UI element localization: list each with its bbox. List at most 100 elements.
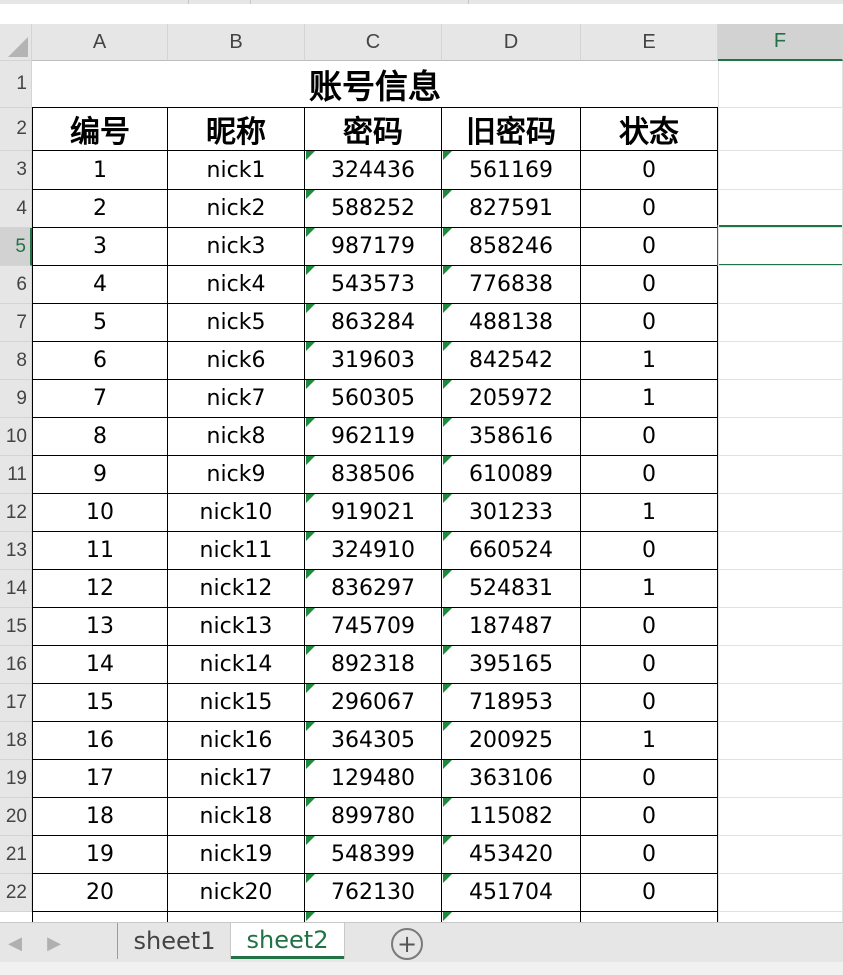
data-cell[interactable]: 6: [32, 342, 168, 379]
data-cell[interactable]: 762130: [305, 874, 442, 911]
data-cell[interactable]: 1: [581, 380, 718, 417]
data-cell[interactable]: 588252: [305, 190, 442, 227]
row-header[interactable]: 19: [0, 760, 32, 798]
data-cell[interactable]: 2: [32, 190, 168, 227]
data-cell[interactable]: 5: [32, 304, 168, 341]
row-header[interactable]: 2: [0, 108, 32, 151]
header-cell[interactable]: 旧密码: [442, 108, 581, 150]
data-cell[interactable]: 1: [32, 151, 168, 189]
data-cell[interactable]: 14: [32, 646, 168, 683]
data-cell[interactable]: 987179: [305, 228, 442, 265]
title-cell[interactable]: 账号信息: [32, 61, 718, 108]
data-cell[interactable]: 20: [32, 874, 168, 911]
data-cell[interactable]: 7: [32, 380, 168, 417]
data-cell[interactable]: 561169: [442, 151, 581, 189]
data-cell[interactable]: nick12: [168, 570, 305, 607]
data-cell[interactable]: 17: [32, 760, 168, 797]
data-cell[interactable]: 776838: [442, 266, 581, 303]
row-header[interactable]: 21: [0, 836, 32, 874]
chevron-left-icon[interactable]: ◀: [5, 931, 25, 955]
data-cell[interactable]: 319603: [305, 342, 442, 379]
column-header-c[interactable]: C: [305, 24, 442, 61]
data-cell[interactable]: 543573: [305, 266, 442, 303]
data-cell[interactable]: 0: [581, 798, 718, 835]
data-cell[interactable]: 363106: [442, 760, 581, 797]
data-cell[interactable]: nick16: [168, 722, 305, 759]
data-cell[interactable]: 364305: [305, 722, 442, 759]
data-cell[interactable]: 301233: [442, 494, 581, 531]
data-cell[interactable]: [442, 912, 581, 922]
data-cell[interactable]: 0: [581, 151, 718, 189]
header-cell[interactable]: 密码: [305, 108, 442, 150]
data-cell[interactable]: 863284: [305, 304, 442, 341]
data-cell[interactable]: nick10: [168, 494, 305, 531]
data-cell[interactable]: 827591: [442, 190, 581, 227]
data-cell[interactable]: 0: [581, 190, 718, 227]
data-cell[interactable]: 10: [32, 494, 168, 531]
row-header[interactable]: 9: [0, 380, 32, 418]
data-cell[interactable]: 115082: [442, 798, 581, 835]
plus-circle-icon[interactable]: +: [391, 928, 423, 960]
data-cell[interactable]: nick1: [168, 151, 305, 189]
row-header[interactable]: 15: [0, 608, 32, 646]
data-cell[interactable]: nick6: [168, 342, 305, 379]
row-header[interactable]: 7: [0, 304, 32, 342]
data-cell[interactable]: 0: [581, 418, 718, 455]
sheet-tab-sheet2[interactable]: sheet2: [231, 923, 344, 959]
header-cell[interactable]: 昵称: [168, 108, 305, 150]
row-header[interactable]: 14: [0, 570, 32, 608]
data-cell[interactable]: 0: [581, 874, 718, 911]
data-cell[interactable]: nick13: [168, 608, 305, 645]
data-cell[interactable]: 19: [32, 836, 168, 873]
data-cell[interactable]: nick20: [168, 874, 305, 911]
data-cell[interactable]: 8: [32, 418, 168, 455]
data-cell[interactable]: 4: [32, 266, 168, 303]
data-cell[interactable]: 15: [32, 684, 168, 721]
data-cell[interactable]: 1: [581, 722, 718, 759]
data-cell[interactable]: 9: [32, 456, 168, 493]
data-cell[interactable]: nick3: [168, 228, 305, 265]
data-cell[interactable]: 0: [581, 228, 718, 265]
select-all-button[interactable]: [0, 24, 32, 61]
row-header[interactable]: 5: [0, 228, 32, 266]
data-cell[interactable]: nick2: [168, 190, 305, 227]
data-cell[interactable]: 745709: [305, 608, 442, 645]
row-header[interactable]: 20: [0, 798, 32, 836]
data-cell[interactable]: 324436: [305, 151, 442, 189]
data-cell[interactable]: 0: [581, 608, 718, 645]
data-cell[interactable]: 451704: [442, 874, 581, 911]
row-header[interactable]: 3: [0, 151, 32, 190]
data-cell[interactable]: nick11: [168, 532, 305, 569]
data-cell[interactable]: [581, 912, 718, 922]
data-cell[interactable]: 919021: [305, 494, 442, 531]
data-cell[interactable]: nick14: [168, 646, 305, 683]
row-header[interactable]: 6: [0, 266, 32, 304]
data-cell[interactable]: 18: [32, 798, 168, 835]
data-cell[interactable]: 660524: [442, 532, 581, 569]
data-cell[interactable]: 13: [32, 608, 168, 645]
row-header[interactable]: 17: [0, 684, 32, 722]
data-cell[interactable]: 836297: [305, 570, 442, 607]
data-cell[interactable]: 488138: [442, 304, 581, 341]
data-cell[interactable]: nick15: [168, 684, 305, 721]
data-cell[interactable]: 1: [581, 570, 718, 607]
data-cell[interactable]: 548399: [305, 836, 442, 873]
header-cell[interactable]: 编号: [32, 108, 168, 150]
data-cell[interactable]: 962119: [305, 418, 442, 455]
row-header[interactable]: 4: [0, 190, 32, 228]
data-cell[interactable]: 324910: [305, 532, 442, 569]
row-header[interactable]: 22: [0, 874, 32, 912]
column-header-e[interactable]: E: [581, 24, 718, 61]
data-cell[interactable]: 0: [581, 532, 718, 569]
data-cell[interactable]: 0: [581, 836, 718, 873]
data-cell[interactable]: 0: [581, 304, 718, 341]
column-header-a[interactable]: A: [32, 24, 168, 61]
data-cell[interactable]: nick19: [168, 836, 305, 873]
row-header[interactable]: 18: [0, 722, 32, 760]
row-header[interactable]: 12: [0, 494, 32, 532]
data-cell[interactable]: [32, 912, 168, 922]
data-cell[interactable]: 395165: [442, 646, 581, 683]
data-cell[interactable]: 296067: [305, 684, 442, 721]
data-cell[interactable]: 129480: [305, 760, 442, 797]
data-cell[interactable]: 0: [581, 456, 718, 493]
